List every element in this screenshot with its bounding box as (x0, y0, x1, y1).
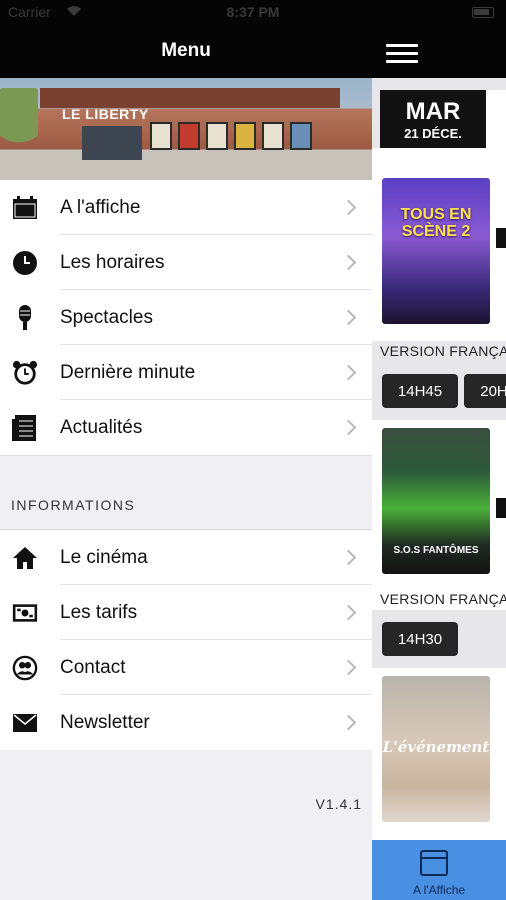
hamburger-menu-icon[interactable] (386, 44, 418, 66)
chevron-right-icon (340, 419, 357, 436)
menu-item-a-laffiche[interactable]: A l'affiche (0, 180, 372, 235)
movie-poster[interactable]: S.O.S FANTÔMES (382, 428, 490, 574)
app-version: V1.4.1 (315, 796, 362, 812)
schedule-panel: MAR 21 DÉCE. TOUS EN SCÈNE 2 VERSION FRA… (372, 78, 506, 900)
cinema-facade-image: LE LIBERTY (0, 78, 372, 180)
menu-item-les-horaires[interactable]: Les horaires (0, 235, 372, 290)
menu-item-spectacles[interactable]: Spectacles (0, 290, 372, 345)
day-tab-selected[interactable]: MAR 21 DÉCE. (380, 90, 486, 150)
battery-icon (472, 7, 494, 18)
chevron-right-icon (340, 309, 357, 326)
tab-label: A l'Affiche (412, 883, 466, 897)
contacts-icon (12, 655, 38, 681)
version-label: VERSION FRANÇAISE (380, 591, 506, 607)
section-header-label: INFORMATIONS (11, 497, 136, 513)
day-tab-next[interactable] (486, 90, 506, 150)
menu-item-derniere-minute[interactable]: Dernière minute (0, 345, 372, 400)
chevron-right-icon (340, 714, 357, 731)
calendar-icon (420, 850, 448, 876)
chevron-right-icon (340, 364, 357, 381)
page-title: Menu (161, 40, 211, 61)
alarm-clock-icon (12, 360, 38, 386)
menu-informations-group: Le cinéma Les tarifs Contact Newsletter (0, 530, 372, 750)
menu-item-contact[interactable]: Contact (0, 640, 372, 695)
movie-poster[interactable]: L'événement (382, 676, 490, 822)
menu-item-label: Actualités (60, 417, 143, 438)
showtime-button[interactable]: 14H45 (382, 374, 458, 408)
menu-item-le-cinema[interactable]: Le cinéma (0, 530, 372, 585)
poster-title: L'événement (382, 738, 490, 756)
menu-item-newsletter[interactable]: Newsletter (0, 695, 372, 750)
showtime-button[interactable]: 20H (464, 374, 506, 408)
envelope-icon (12, 710, 38, 736)
news-icon (12, 415, 38, 441)
chevron-right-icon (340, 659, 357, 676)
day-date: 21 DÉCE. (404, 126, 462, 141)
poster-title: S.O.S FANTÔMES (393, 545, 479, 556)
microphone-icon (12, 305, 38, 331)
chevron-right-icon (340, 549, 357, 566)
menu-primary-group: A l'affiche Les horaires Spectacles Dern… (0, 180, 372, 455)
menu-item-label: Newsletter (60, 712, 150, 733)
menu-item-label: Le cinéma (60, 547, 148, 568)
menu-item-label: Les tarifs (60, 602, 138, 623)
carrier-label: Carrier (8, 4, 51, 20)
calendar-icon (12, 195, 38, 221)
movie-poster[interactable]: TOUS EN SCÈNE 2 (382, 178, 490, 324)
menu-item-label: A l'affiche (60, 197, 141, 218)
wifi-icon (66, 4, 82, 20)
status-bar: Carrier 8:37 PM (8, 4, 498, 22)
day-weekday: MAR (405, 98, 461, 125)
version-label: VERSION FRANÇAISE (380, 343, 506, 359)
top-bar: Carrier 8:37 PM Menu (0, 0, 506, 78)
cinema-sign: LE LIBERTY (62, 106, 149, 122)
tab-a-laffiche[interactable]: A l'Affiche (372, 840, 506, 900)
menu-item-label: Dernière minute (60, 362, 196, 383)
menu-item-label: Spectacles (60, 307, 153, 328)
section-header-informations: INFORMATIONS (0, 455, 372, 530)
menu-item-actualites[interactable]: Actualités (0, 400, 372, 455)
status-time: 8:37 PM (226, 4, 280, 20)
menu-item-label: Contact (60, 657, 126, 678)
chevron-right-icon (340, 199, 357, 216)
chevron-right-icon (340, 254, 357, 271)
showtime-button[interactable]: 14H30 (382, 622, 458, 656)
side-menu-drawer: LE LIBERTY A l'affiche Les horaires Spec… (0, 78, 372, 900)
menu-item-les-tarifs[interactable]: Les tarifs (0, 585, 372, 640)
ticket-icon (12, 600, 38, 626)
menu-item-label: Les horaires (60, 252, 165, 273)
home-icon (12, 545, 38, 571)
clock-icon (12, 250, 38, 276)
chevron-right-icon (340, 604, 357, 621)
poster-title: TOUS EN SCÈNE 2 (400, 206, 472, 240)
